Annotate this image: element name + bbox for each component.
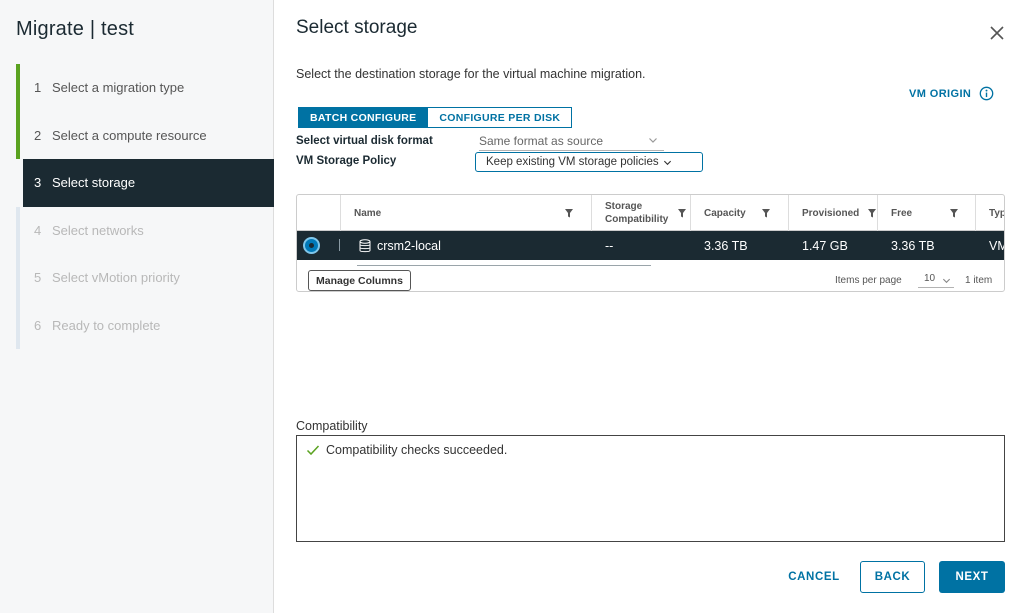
column-header-free[interactable]: Free — [891, 195, 912, 231]
step-number: 1 — [34, 80, 42, 96]
items-per-page-value: 10 — [924, 273, 936, 284]
filter-icon[interactable] — [678, 209, 686, 218]
step-label: Select a migration type — [52, 80, 185, 96]
storage-policy-value: Keep existing VM storage policies — [486, 156, 659, 168]
cell-type: VM — [989, 238, 1004, 253]
checkmark-icon — [306, 445, 320, 456]
column-header-label: Name — [354, 207, 382, 219]
chevron-down-icon — [649, 138, 657, 143]
cell-free: 3.36 TB — [891, 238, 935, 253]
column-header-label: Storage — [605, 201, 643, 212]
cell-capacity: 3.36 TB — [704, 238, 748, 253]
info-icon — [979, 86, 994, 101]
step-label: Select networks — [52, 222, 144, 238]
column-header-label: Provisioned — [802, 207, 860, 219]
row-select-radio[interactable] — [303, 237, 320, 254]
step-number: 5 — [34, 270, 42, 286]
step-label: Select vMotion priority — [52, 270, 180, 286]
compatibility-message-row: Compatibility checks succeeded. — [306, 443, 507, 457]
filter-icon[interactable] — [565, 209, 573, 218]
back-button[interactable]: BACK — [860, 561, 925, 593]
step-indicator — [16, 64, 20, 112]
cell-storage-compatibility: -- — [605, 238, 614, 253]
storage-policy-select[interactable]: Keep existing VM storage policies — [475, 152, 703, 172]
step-indicator — [16, 254, 20, 302]
filter-icon[interactable] — [950, 209, 958, 218]
compatibility-label: Compatibility — [296, 419, 368, 433]
chevron-down-icon — [663, 160, 671, 165]
step-number: 6 — [34, 317, 42, 333]
step-label: Select storage — [52, 175, 136, 191]
column-divider — [340, 195, 341, 231]
datastore-name: crsm2-local — [377, 238, 441, 253]
column-divider — [690, 195, 691, 231]
disk-format-label: Select virtual disk format — [296, 135, 433, 147]
step-number: 4 — [34, 222, 42, 238]
column-divider — [975, 195, 976, 231]
storage-policy-label: VM Storage Policy — [296, 155, 397, 167]
grid-footer: Manage Columns Items per page 10 1 item — [297, 266, 1004, 291]
step-label: Ready to complete — [52, 317, 161, 333]
vm-origin-label: VM ORIGIN — [909, 87, 972, 100]
disk-format-select[interactable]: Same format as source — [479, 132, 664, 151]
page-description: Select the destination storage for the v… — [296, 67, 646, 81]
tab-configure-per-disk[interactable]: CONFIGURE PER DISK — [428, 107, 573, 128]
column-header-label: Capacity — [704, 207, 746, 219]
step-indicator — [16, 206, 20, 254]
column-header-provisioned[interactable]: Provisioned — [802, 195, 859, 231]
column-divider — [877, 195, 878, 231]
compatibility-panel: Compatibility checks succeeded. — [296, 435, 1005, 542]
step-indicator — [16, 111, 20, 159]
wizard-step-networks: 4 Select networks — [16, 206, 274, 254]
next-button[interactable]: NEXT — [939, 561, 1005, 593]
column-header-storage-compatibility[interactable]: Storage Compatibility — [605, 195, 668, 231]
page-title: Select storage — [296, 17, 418, 38]
step-number: 3 — [34, 175, 42, 191]
compatibility-message: Compatibility checks succeeded. — [326, 443, 508, 457]
cell-name: crsm2-local — [359, 231, 441, 260]
grid-header: Name Storage Compatibility Capacity Prov… — [297, 195, 1005, 231]
step-indicator — [16, 301, 20, 349]
item-count: 1 item — [965, 275, 993, 286]
column-header-label: Compatibility — [605, 214, 669, 225]
wizard-sidebar: Migrate | test 1 Select a migration type… — [0, 0, 274, 613]
column-header-name[interactable]: Name — [354, 195, 381, 231]
cell-provisioned: 1.47 GB — [802, 238, 848, 253]
manage-columns-button[interactable]: Manage Columns — [308, 270, 411, 291]
tab-batch-configure[interactable]: BATCH CONFIGURE — [298, 107, 429, 128]
wizard-step-storage[interactable]: 3 Select storage — [23, 159, 274, 207]
table-row[interactable]: crsm2-local -- 3.36 TB 1.47 GB 3.36 TB V… — [297, 231, 1004, 260]
wizard-step-ready: 6 Ready to complete — [16, 301, 274, 349]
wizard-title: Migrate | test — [16, 18, 135, 40]
wizard-step-compute-resource[interactable]: 2 Select a compute resource — [16, 111, 274, 159]
column-divider — [591, 195, 592, 231]
cancel-button[interactable]: CANCEL — [776, 561, 852, 593]
close-icon — [990, 26, 1004, 40]
wizard-step-migration-type[interactable]: 1 Select a migration type — [16, 64, 274, 112]
vm-origin-link[interactable]: VM ORIGIN — [909, 86, 994, 101]
step-label: Select a compute resource — [52, 127, 207, 143]
column-header-type[interactable]: Typ — [989, 195, 1005, 231]
datastore-icon — [359, 238, 371, 252]
datastore-grid: Name Storage Compatibility Capacity Prov… — [296, 194, 1005, 292]
close-button[interactable] — [988, 24, 1006, 42]
filter-icon[interactable] — [762, 209, 770, 218]
items-per-page-label: Items per page — [835, 275, 902, 286]
column-header-capacity[interactable]: Capacity — [704, 195, 746, 231]
filter-icon[interactable] — [868, 209, 876, 218]
chevron-down-icon — [942, 278, 951, 284]
disk-format-value: Same format as source — [479, 134, 604, 148]
column-divider — [788, 195, 789, 231]
wizard-steps: 1 Select a migration type 2 Select a com… — [16, 64, 274, 349]
configure-mode-toggle: BATCH CONFIGURE CONFIGURE PER DISK — [298, 107, 573, 128]
items-per-page-select[interactable]: 10 — [918, 270, 954, 288]
step-number: 2 — [34, 127, 42, 143]
wizard-step-vmotion-priority: 5 Select vMotion priority — [16, 254, 274, 302]
row-divider — [339, 239, 340, 251]
column-header-label: Typ — [989, 207, 1005, 219]
column-header-label: Free — [891, 207, 913, 219]
